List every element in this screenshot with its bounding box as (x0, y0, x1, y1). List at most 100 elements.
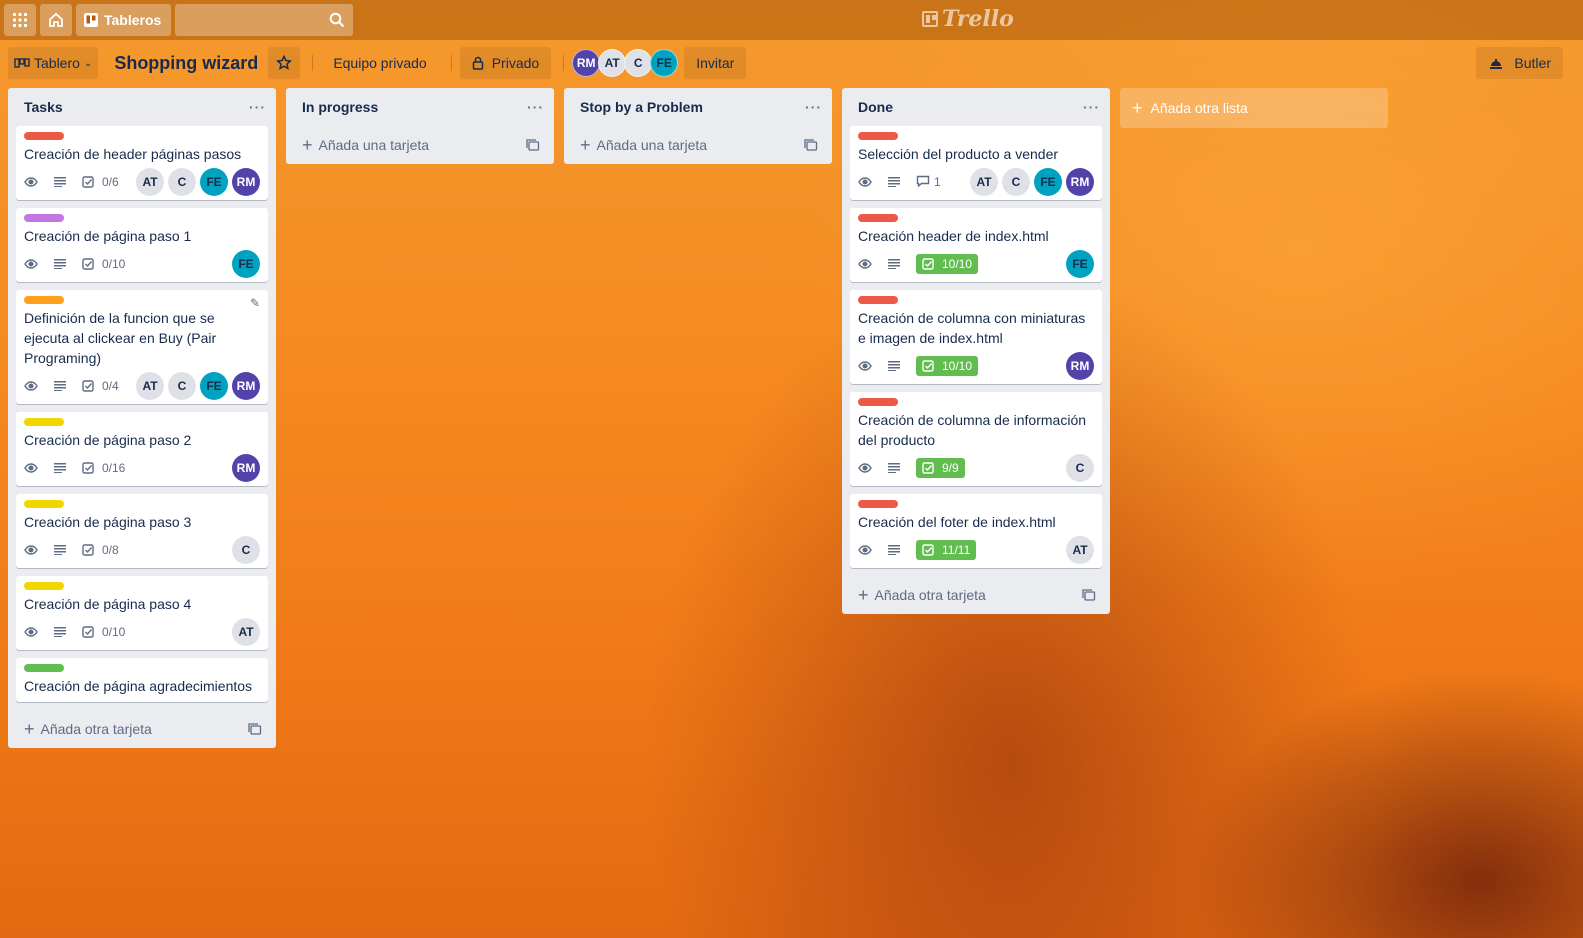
card-label[interactable] (24, 132, 64, 140)
card-label[interactable] (858, 500, 898, 508)
card-template-icon[interactable] (1082, 589, 1096, 601)
card-members: AT (1062, 536, 1094, 564)
add-card-button[interactable]: + Añada una tarjeta (572, 126, 824, 164)
home-button[interactable] (40, 4, 72, 36)
avatar[interactable]: FE (1034, 168, 1062, 196)
card-template-icon[interactable] (248, 723, 262, 735)
card[interactable]: Creación del foter de index.html 11/11 AT (850, 494, 1102, 568)
butler-button[interactable]: Butler (1476, 47, 1563, 79)
avatar[interactable]: AT (1066, 536, 1094, 564)
card[interactable]: Creación header de index.html 10/10 FE (850, 208, 1102, 282)
trello-logo[interactable]: Trello (922, 6, 1014, 32)
card[interactable]: Creación de columna con miniaturas e ima… (850, 290, 1102, 384)
avatar[interactable]: RM (572, 49, 601, 77)
add-list-button[interactable]: + Añada otra lista (1120, 88, 1388, 128)
avatar[interactable]: AT (232, 618, 260, 646)
card-template-icon[interactable] (804, 139, 818, 151)
description-icon (54, 177, 70, 187)
search-input[interactable] (175, 4, 354, 36)
card[interactable]: Creación de página paso 4 0/10 AT (16, 576, 268, 650)
more-icon[interactable]: ··· (805, 99, 822, 115)
card[interactable]: Creación de página agradecimientos (16, 658, 268, 702)
board-title[interactable]: Shopping wizard (114, 53, 258, 74)
eye-icon (858, 177, 876, 187)
avatar[interactable]: AT (598, 49, 627, 77)
card[interactable]: Creación de página paso 2 0/16 RM (16, 412, 268, 486)
avatar[interactable]: RM (232, 454, 260, 482)
more-icon[interactable]: ··· (527, 99, 544, 115)
avatar[interactable]: RM (1066, 168, 1094, 196)
description-icon (888, 259, 904, 269)
avatar[interactable]: C (168, 372, 196, 400)
description-icon (54, 545, 70, 555)
description-icon (54, 463, 70, 473)
list-title[interactable]: Tasks (24, 99, 63, 115)
avatar[interactable]: FE (200, 372, 228, 400)
card-members: FE (1062, 250, 1094, 278)
pencil-icon[interactable]: ✎ (250, 296, 260, 310)
avatar[interactable]: AT (136, 372, 164, 400)
add-card-button[interactable]: + Añada otra tarjeta (16, 710, 268, 748)
list-header: Done ··· (850, 88, 1102, 126)
avatar[interactable]: RM (232, 372, 260, 400)
list-title[interactable]: Done (858, 99, 893, 115)
list-title[interactable]: In progress (302, 99, 378, 115)
list-tasks: Tasks ··· Creación de header páginas pasos… (8, 88, 276, 748)
card-label[interactable] (24, 500, 64, 508)
card[interactable]: Creación de página paso 3 0/8 C (16, 494, 268, 568)
card-label[interactable] (858, 398, 898, 406)
invite-button[interactable]: Invitar (684, 47, 747, 79)
card[interactable]: Creación de página paso 1 0/10 FE (16, 208, 268, 282)
privacy-button[interactable]: Privado (459, 47, 552, 79)
board-view-switcher[interactable]: Tablero ⌄ (8, 47, 99, 79)
card-label[interactable] (24, 296, 64, 304)
card-label[interactable] (858, 296, 898, 304)
card-label[interactable] (24, 418, 64, 426)
add-card-button[interactable]: + Añada una tarjeta (294, 126, 546, 164)
privacy-label: Privado (491, 55, 540, 71)
avatar[interactable]: RM (232, 168, 260, 196)
card-label[interactable] (24, 582, 64, 590)
avatar[interactable]: C (624, 49, 653, 77)
avatar[interactable]: FE (650, 49, 679, 77)
star-button[interactable] (268, 47, 301, 79)
card-label[interactable] (858, 214, 898, 222)
avatar[interactable]: C (232, 536, 260, 564)
avatar[interactable]: C (168, 168, 196, 196)
card-template-icon[interactable] (526, 139, 540, 151)
avatar[interactable]: RM (1066, 352, 1094, 380)
list-title[interactable]: Stop by a Problem (580, 99, 703, 115)
card[interactable]: Creación de header páginas pasos 0/6 AT C FE… (16, 126, 268, 200)
eye-icon (24, 381, 42, 391)
checklist-icon (922, 544, 938, 556)
more-icon[interactable]: ··· (249, 99, 266, 115)
team-button[interactable]: Equipo privado (321, 47, 438, 79)
avatar[interactable]: FE (200, 168, 228, 196)
card[interactable]: Creación de columna de información del p… (850, 392, 1102, 486)
board-members: RM AT C FE (572, 49, 679, 77)
card-label[interactable] (24, 664, 64, 672)
card-label[interactable] (858, 132, 898, 140)
eye-icon (858, 463, 876, 473)
avatar[interactable]: FE (1066, 250, 1094, 278)
card-title: Creación de página agradecimientos (24, 678, 253, 694)
card[interactable]: ✎ Definición de la funcion que se ejecuta… (16, 290, 268, 404)
card[interactable]: Selección del producto a vender 1 AT C FE RM (850, 126, 1102, 200)
add-card-label: Añada una tarjeta (318, 137, 430, 153)
checklist-icon (82, 544, 98, 556)
add-card-label: Añada una tarjeta (596, 137, 708, 153)
card-badges: 0/6 AT C FE RM (24, 168, 260, 198)
more-icon[interactable]: ··· (1083, 99, 1100, 115)
apps-grid-button[interactable] (4, 4, 36, 36)
boards-label: Tableros (104, 12, 162, 28)
card-title: Creación del foter de index.html (858, 514, 1056, 530)
boards-button[interactable]: Tableros (76, 4, 172, 36)
card-label[interactable] (24, 214, 64, 222)
home-icon (49, 12, 63, 27)
avatar[interactable]: C (1066, 454, 1094, 482)
avatar[interactable]: C (1002, 168, 1030, 196)
avatar[interactable]: AT (136, 168, 164, 196)
add-card-button[interactable]: + Añada otra tarjeta (850, 576, 1102, 614)
avatar[interactable]: AT (970, 168, 998, 196)
avatar[interactable]: FE (232, 250, 260, 278)
